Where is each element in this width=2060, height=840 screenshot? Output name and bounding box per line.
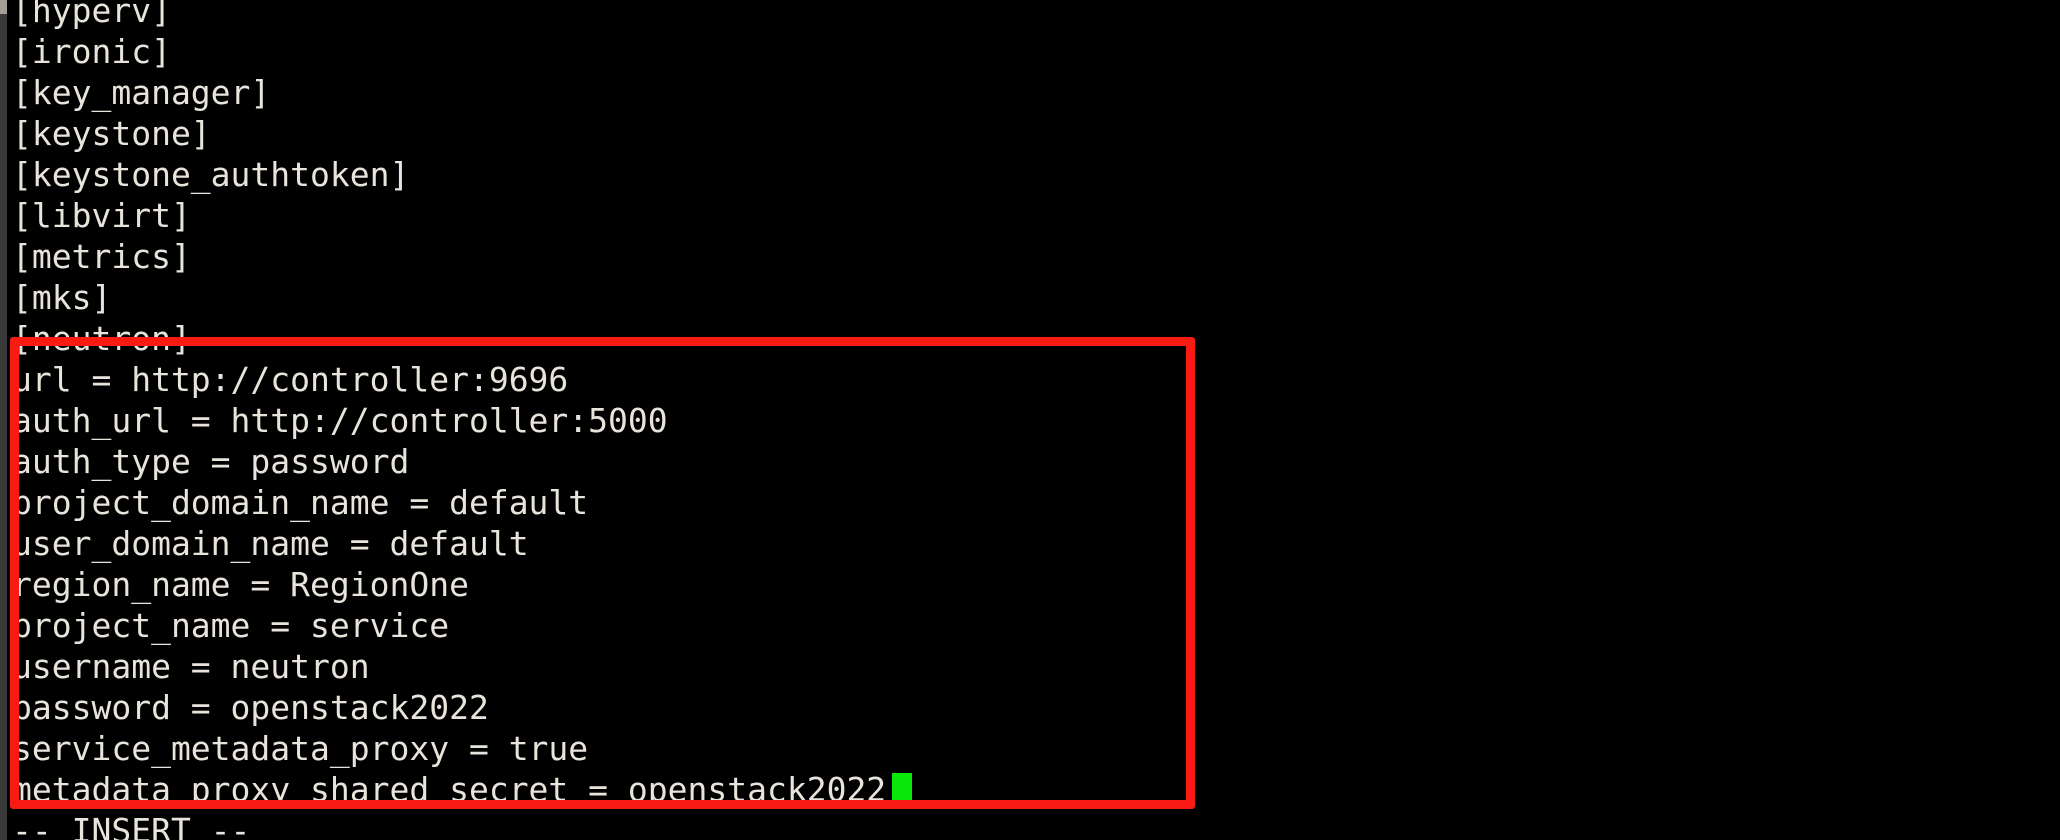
editor-line: [keystone] (12, 114, 211, 153)
window-scrollbar-gutter[interactable] (0, 0, 7, 840)
terminal-window[interactable]: [hyperv] [ironic] [key_manager] [keystone][… (0, 0, 2060, 840)
editor-line: project_domain_name = default (12, 483, 589, 522)
editor-line: username = neutron (12, 647, 370, 686)
editor-line: service_metadata_proxy = true (12, 729, 589, 768)
editor-line: password = openstack2022 (12, 688, 489, 727)
window-scrollbar-thumb[interactable] (0, 0, 7, 14)
editor-line: [keystone_authtoken] (12, 155, 410, 194)
editor-line: [hyperv] (12, 0, 171, 30)
editor-line: [neutron] (12, 319, 191, 358)
editor-line: [libvirt] (12, 196, 191, 235)
editor-line: [metrics] (12, 237, 191, 276)
editor-line: auth_type = password (12, 442, 410, 481)
editor-line: region_name = RegionOne (12, 565, 469, 604)
editor-line: user_domain_name = default (12, 524, 529, 563)
editor-line: auth_url = http://controller:5000 (12, 401, 668, 440)
editor-line: [ironic] (12, 32, 171, 71)
editor-line: url = http://controller:9696 (12, 360, 569, 399)
editor-line: [mks] (12, 278, 112, 317)
editor-line: [key_manager] (12, 73, 271, 112)
vim-mode-status: -- INSERT -- (12, 811, 251, 840)
editor-line: metadata_proxy_shared_secret = openstack… (12, 770, 887, 809)
editor-line: project_name = service (12, 606, 450, 645)
text-cursor (892, 773, 912, 809)
editor-text-buffer[interactable]: [hyperv] [ironic] [key_manager] [keystone][… (0, 0, 2060, 840)
